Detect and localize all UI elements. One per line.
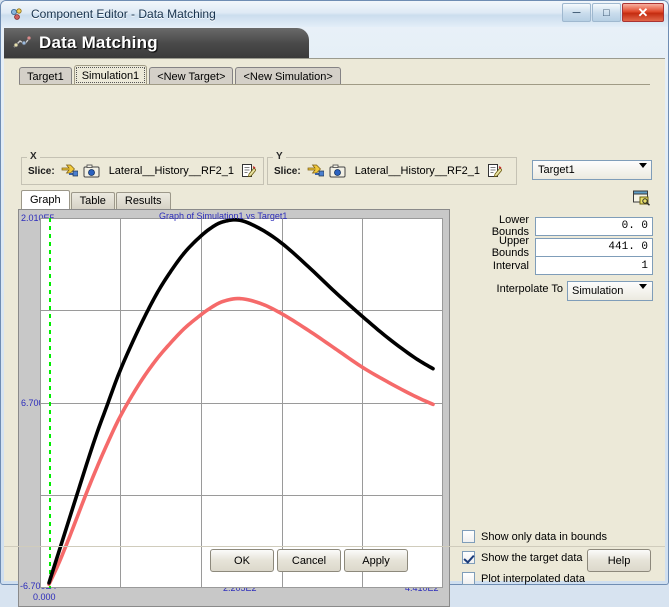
series-simulation1 xyxy=(47,218,435,585)
lower-bounds-input[interactable] xyxy=(535,216,653,236)
tab-new-target[interactable]: <New Target> xyxy=(149,67,234,85)
tab-target1[interactable]: Target1 xyxy=(19,67,72,85)
view-tabs: Graph Table Results xyxy=(21,190,172,209)
chart-title: Graph of Simulation1 vs Target1 xyxy=(159,211,288,221)
tab-results[interactable]: Results xyxy=(115,192,171,209)
tab-table[interactable]: Table xyxy=(70,192,115,209)
x-slice-value: Lateral__History__RF2_1 xyxy=(108,165,235,177)
tab-simulation1[interactable]: Simulation1 xyxy=(73,65,148,85)
y-slice-group: Y Slice: Lateral__History__RF2_1 xyxy=(267,151,517,185)
x-slice-label: Slice: xyxy=(28,165,55,177)
chart-panel[interactable]: Graph of Simulation1 vs Target1 2.010E5 … xyxy=(18,209,450,607)
tab-label: Table xyxy=(79,195,106,207)
camera-icon[interactable] xyxy=(329,163,346,179)
window-controls: ─ □ ✕ xyxy=(562,3,664,22)
help-button[interactable]: Help xyxy=(587,549,651,572)
tab-graph[interactable]: Graph xyxy=(21,190,70,209)
interpolate-row: Interpolate To xyxy=(459,283,563,295)
tab-label: Target1 xyxy=(27,70,64,83)
edit-note-icon[interactable] xyxy=(241,163,258,179)
checkbox-box[interactable] xyxy=(462,530,475,543)
x-slice-group: X Slice: Lateral__History__RF2_1 xyxy=(21,151,264,185)
maximize-button[interactable]: □ xyxy=(592,3,621,22)
button-label: Help xyxy=(607,554,631,567)
tab-label: Results xyxy=(124,195,162,207)
button-bar: OK Cancel Apply Help xyxy=(4,549,665,575)
minimize-button[interactable]: ─ xyxy=(562,3,591,22)
interpolate-label: Interpolate To xyxy=(496,283,563,295)
application-window: Component Editor - Data Matching ─ □ ✕ D… xyxy=(0,0,669,607)
camera-icon[interactable] xyxy=(83,163,100,179)
button-label: Cancel xyxy=(291,554,327,567)
plot-area xyxy=(40,218,443,588)
graph-settings-icon[interactable] xyxy=(633,190,651,206)
button-label: Apply xyxy=(362,554,390,567)
dialog-content: Target1 Simulation1 <New Target> <New Si… xyxy=(9,62,660,607)
target-select-value: Target1 xyxy=(538,164,575,176)
x-tick-label-0: 0.000 xyxy=(33,592,56,602)
button-label: OK xyxy=(234,554,250,567)
cancel-button[interactable]: Cancel xyxy=(277,549,341,572)
y-slice-label: Slice: xyxy=(274,165,301,177)
interval-row: Interval xyxy=(461,256,653,275)
tab-new-simulation[interactable]: <New Simulation> xyxy=(235,67,341,85)
minimize-icon: ─ xyxy=(572,6,581,19)
maximize-icon: □ xyxy=(603,6,610,19)
apply-button[interactable]: Apply xyxy=(344,549,408,572)
tab-label: Simulation1 xyxy=(81,69,140,82)
tab-label: <New Simulation> xyxy=(243,70,333,83)
x-slice-row: Slice: Lateral__History__RF2_1 xyxy=(22,158,263,184)
interpolate-select-value: Simulation xyxy=(572,285,624,297)
y-slice-row: Slice: Lateral__History__RF2_1 xyxy=(268,158,516,184)
upper-bounds-input[interactable] xyxy=(535,237,653,257)
ok-button[interactable]: OK xyxy=(210,549,274,572)
y-slice-value: Lateral__History__RF2_1 xyxy=(354,165,481,177)
target-select[interactable]: Target1 xyxy=(532,160,652,180)
dataset-tabs: Target1 Simulation1 <New Target> <New Si… xyxy=(19,65,343,85)
dialog-body: Target1 Simulation1 <New Target> <New Si… xyxy=(4,58,665,607)
swap-arrows-icon[interactable] xyxy=(307,163,325,179)
swap-arrows-icon[interactable] xyxy=(61,163,79,179)
button-bar-divider xyxy=(4,546,665,547)
interpolate-select[interactable]: Simulation xyxy=(567,281,653,301)
tab-underline xyxy=(19,84,650,85)
edit-note-icon[interactable] xyxy=(487,163,504,179)
checkbox-show-only-in-bounds[interactable]: Show only data in bounds xyxy=(462,530,607,543)
close-button[interactable]: ✕ xyxy=(622,3,664,22)
component-editor-icon xyxy=(9,6,25,22)
chevron-down-icon xyxy=(639,284,647,301)
banner-title: Data Matching xyxy=(39,33,158,52)
close-icon: ✕ xyxy=(637,4,649,20)
chevron-down-icon xyxy=(639,163,647,180)
data-curves xyxy=(47,218,435,587)
page-banner: Data Matching xyxy=(4,28,309,58)
series-target1 xyxy=(47,296,435,587)
title-bar: Component Editor - Data Matching ─ □ ✕ xyxy=(1,1,668,27)
interval-input[interactable] xyxy=(535,256,653,275)
checkbox-label: Show only data in bounds xyxy=(481,530,607,543)
interval-label: Interval xyxy=(492,259,529,272)
tab-label: <New Target> xyxy=(157,70,226,83)
window-title: Component Editor - Data Matching xyxy=(31,7,216,21)
data-matching-icon xyxy=(12,34,32,52)
tab-label: Graph xyxy=(30,194,61,206)
